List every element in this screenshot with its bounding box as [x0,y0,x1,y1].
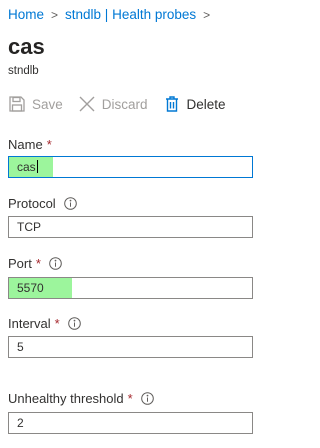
delete-label: Delete [186,96,226,112]
name-input-value: cas [9,157,53,177]
unhealthy-threshold-field-label: Unhealthy threshold * [8,391,154,406]
required-indicator: * [127,391,133,406]
breadcrumb: Home > stndlb | Health probes > [8,7,217,22]
required-indicator: * [46,137,52,152]
interval-label: Interval [8,316,51,331]
unhealthy-threshold-input-value: 2 [17,416,24,430]
name-field-label: Name * [8,137,52,152]
interval-input[interactable]: 5 [8,336,253,358]
name-label: Name [8,137,43,152]
save-button[interactable]: Save [8,95,63,113]
info-icon[interactable] [49,257,62,270]
required-indicator: * [35,256,41,271]
save-icon [8,95,26,113]
protocol-field-label: Protocol [8,196,77,211]
info-icon[interactable] [140,392,154,405]
unhealthy-threshold-input[interactable]: 2 [8,412,253,434]
breadcrumb-health-probes-link[interactable]: stndlb | Health probes [65,7,196,22]
protocol-input-value: TCP [17,220,41,234]
required-indicator: * [54,316,60,331]
discard-label: Discard [101,96,148,112]
save-label: Save [32,96,63,112]
port-input[interactable]: 5570 [8,277,253,299]
name-input[interactable]: cas [8,156,253,178]
port-input-value: 5570 [9,278,72,298]
page-title: cas [8,34,45,59]
page-subtitle: stndlb [8,65,39,77]
protocol-label: Protocol [8,196,56,211]
discard-button[interactable]: Discard [78,95,148,113]
protocol-input[interactable]: TCP [8,216,253,238]
info-icon[interactable] [67,317,81,330]
interval-field-label: Interval * [8,316,81,331]
breadcrumb-separator: > [51,7,59,22]
breadcrumb-home-link[interactable]: Home [8,7,44,22]
discard-icon [78,95,96,113]
delete-button[interactable]: Delete [163,95,226,113]
unhealthy-threshold-label: Unhealthy threshold [8,391,124,406]
port-field-label: Port * [8,256,62,271]
interval-input-value: 5 [17,340,24,354]
breadcrumb-separator: > [203,7,211,22]
command-bar: Save Discard Delete [8,95,241,113]
port-label: Port [8,256,32,271]
info-icon[interactable] [63,197,77,210]
delete-icon [163,95,181,113]
